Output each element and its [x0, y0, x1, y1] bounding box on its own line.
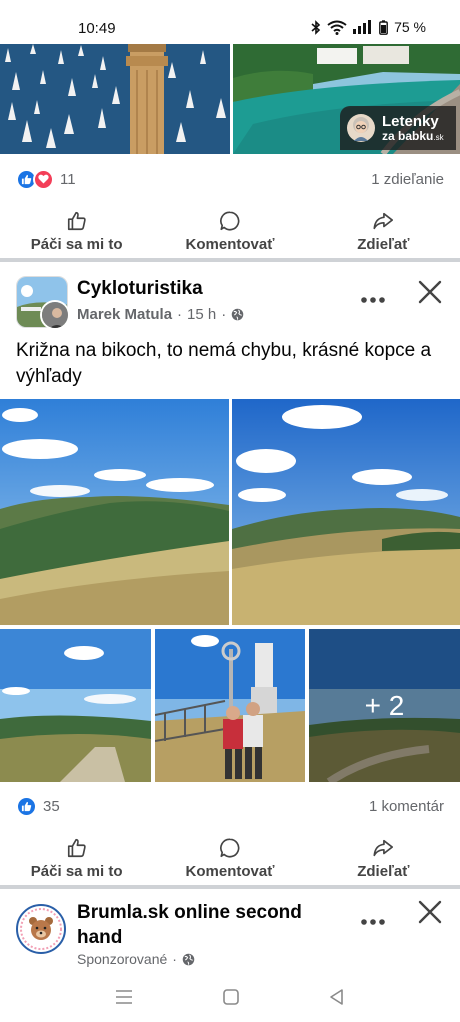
photo-5-more[interactable]: + 2	[309, 629, 460, 782]
post1-reactions-row: 11 1 zdieľanie	[0, 164, 460, 194]
back-icon[interactable]	[328, 988, 346, 1006]
ad-badge-title: Letenky	[382, 112, 439, 130]
speech-bubble-icon	[220, 837, 240, 857]
post1-reaction-count: 11	[60, 170, 76, 188]
globe-icon	[182, 953, 195, 965]
like-reaction-icon	[16, 795, 37, 817]
post2-meta: Marek Matula · 15 h ·	[77, 306, 244, 323]
recent-apps-icon[interactable]	[114, 988, 134, 1006]
post3-close-button[interactable]	[414, 896, 446, 928]
post1-share-label: Zdieľať	[357, 235, 410, 253]
close-icon	[418, 900, 442, 924]
photo-1[interactable]	[0, 399, 229, 625]
battery-icon	[379, 19, 388, 35]
speech-bubble-icon	[220, 210, 240, 230]
status-time: 10:49	[78, 20, 116, 37]
post2-like-label: Páči sa mi to	[30, 862, 123, 880]
post-author[interactable]: Marek Matula	[77, 306, 172, 323]
photo-4[interactable]	[155, 629, 305, 782]
post2-more-button[interactable]	[360, 284, 386, 310]
post2-comments-count[interactable]: 1 komentár	[369, 798, 444, 815]
group-name[interactable]: Cykloturistika	[77, 278, 203, 300]
status-bar: 10:49 75 %	[0, 0, 460, 44]
love-reaction-icon	[33, 168, 54, 190]
brumla-page-name[interactable]: Brumla.sk online second hand	[77, 900, 327, 950]
brumla-avatar[interactable]	[16, 904, 66, 954]
group-avatar[interactable]	[16, 276, 70, 330]
grandma-logo-icon	[347, 114, 375, 142]
post2-header: Cykloturistika Marek Matula · 15 h ·	[0, 262, 460, 330]
bluetooth-icon	[311, 19, 321, 35]
post2-actions-row: Páči sa mi to Komentovať Zdieľať	[0, 831, 460, 885]
post-time[interactable]: 15 h	[187, 306, 216, 323]
wifi-icon	[327, 20, 347, 35]
post1-reactions-summary[interactable]: 11	[16, 168, 76, 190]
post-separator	[0, 885, 460, 889]
post2-share-label: Zdieľať	[357, 862, 410, 880]
photo-3[interactable]	[0, 629, 151, 782]
post1-shares-count[interactable]: 1 zdieľanie	[371, 171, 444, 188]
thumbs-up-icon	[67, 211, 86, 230]
post1-comment-label: Komentovať	[185, 235, 275, 253]
post2-comment-button[interactable]: Komentovať	[160, 831, 300, 885]
signal-icon	[353, 20, 372, 34]
post1-actions-row: Páči sa mi to Komentovať Zdieľať	[0, 204, 460, 258]
post2-reactions-row: 35 1 komentár	[0, 791, 460, 821]
post2-reaction-count: 35	[43, 797, 60, 815]
post2-share-button[interactable]: Zdieľať	[313, 831, 453, 885]
more-photos-overlay: + 2	[309, 629, 460, 782]
post1-like-label: Páči sa mi to	[30, 235, 123, 253]
post2-comment-label: Komentovať	[185, 862, 275, 880]
previous-post-images[interactable]: Letenky za babku.sk	[0, 44, 460, 154]
post2-text: Križna na bikoch, to nemá chybu, krásné …	[16, 340, 432, 387]
share-arrow-icon	[373, 212, 394, 229]
meta-separator: ·	[172, 951, 177, 967]
ad-badge-subtitle: za babku.sk	[382, 128, 444, 143]
globe-icon	[231, 308, 244, 321]
coast-photo[interactable]: Letenky za babku.sk	[233, 44, 460, 154]
status-icons: 75 %	[311, 19, 426, 35]
post3-more-button[interactable]	[360, 906, 386, 932]
post2-close-button[interactable]	[414, 276, 446, 308]
battery-level: 75 %	[394, 19, 426, 35]
thumbs-up-icon	[67, 838, 86, 857]
photo-2[interactable]	[232, 399, 460, 625]
sponsored-label[interactable]: Sponzorované	[77, 951, 167, 967]
ad-brand-badge[interactable]: Letenky za babku.sk	[340, 106, 456, 150]
more-dots-icon	[361, 919, 385, 925]
author-avatar	[40, 300, 70, 330]
post1-share-button[interactable]: Zdieľať	[313, 204, 453, 258]
meta-separator: ·	[221, 306, 227, 323]
more-photos-count: + 2	[364, 689, 405, 721]
post1-like-button[interactable]: Páči sa mi to	[7, 204, 147, 258]
meta-separator: ·	[177, 306, 183, 323]
post1-comment-button[interactable]: Komentovať	[160, 204, 300, 258]
post3-meta: Sponzorované ·	[77, 951, 195, 967]
share-arrow-icon	[373, 839, 394, 856]
post2-reactions-summary[interactable]: 35	[16, 795, 60, 817]
post2-like-button[interactable]: Páči sa mi to	[7, 831, 147, 885]
home-icon[interactable]	[222, 988, 240, 1006]
sailboats-photo[interactable]	[0, 44, 230, 154]
system-nav-bar	[0, 972, 460, 1022]
close-icon	[418, 280, 442, 304]
more-dots-icon	[361, 297, 385, 303]
